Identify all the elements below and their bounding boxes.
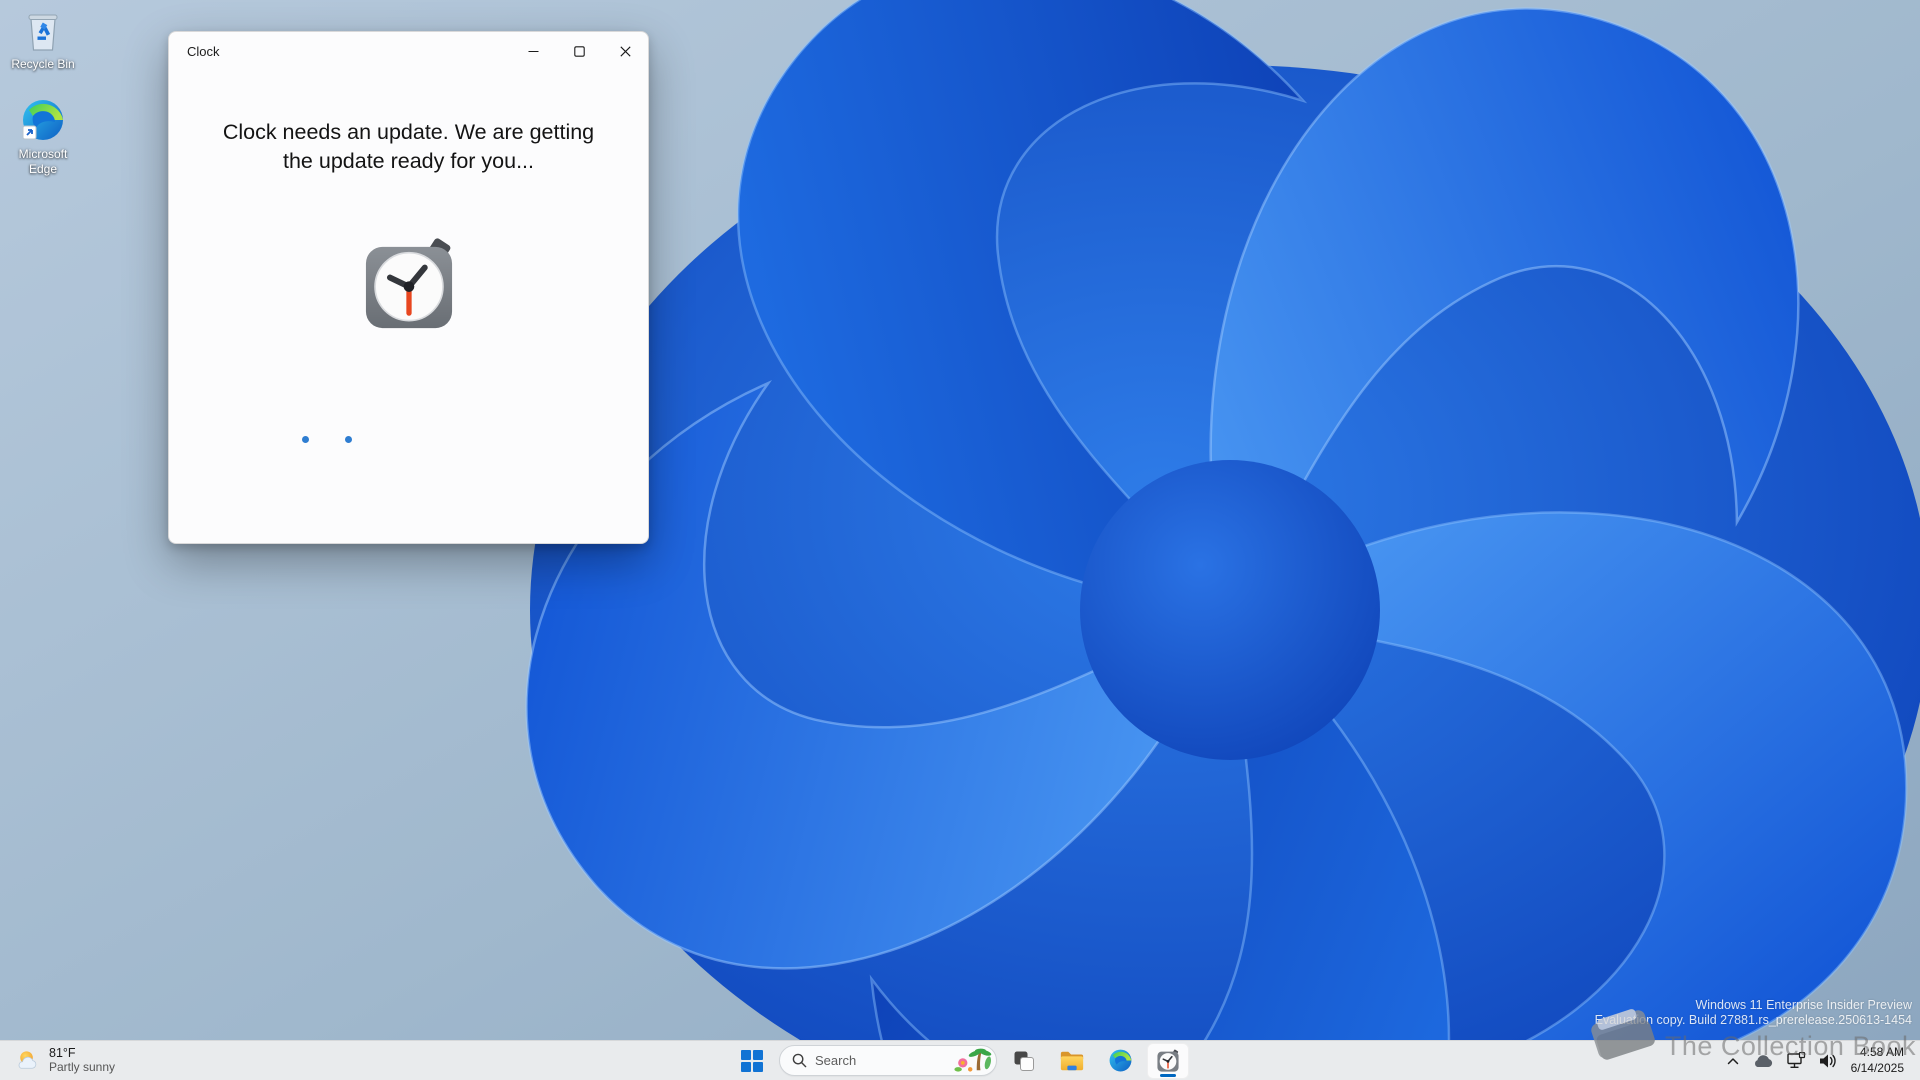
search-input[interactable] xyxy=(815,1053,946,1068)
close-button[interactable] xyxy=(602,32,648,70)
widgets-weather-button[interactable]: 81°F Partly sunny xyxy=(0,1041,129,1080)
taskbar: 81°F Partly sunny Search 4:58 AM 6/14/20… xyxy=(0,1040,1920,1080)
edge-icon xyxy=(22,100,63,140)
active-app-indicator xyxy=(1160,1073,1176,1077)
windows-start-icon xyxy=(741,1049,763,1072)
window-title: Clock xyxy=(187,43,220,59)
start-button[interactable] xyxy=(731,1043,773,1079)
weather-condition: Partly sunny xyxy=(49,1059,116,1074)
close-icon xyxy=(619,45,631,57)
window-controls xyxy=(510,32,648,70)
tray-date: 6/14/2025 xyxy=(1850,1060,1904,1075)
taskbar-app-task-view[interactable] xyxy=(1003,1043,1045,1079)
taskbar-app-clock[interactable] xyxy=(1147,1042,1189,1079)
tray-time: 4:58 AM xyxy=(1859,1044,1904,1059)
tray-onedrive-button[interactable] xyxy=(1747,1043,1779,1079)
recycle-bin-icon xyxy=(28,14,58,51)
taskbar-center xyxy=(731,1041,1189,1080)
search-highlight-image xyxy=(954,1048,992,1072)
loading-dot xyxy=(345,436,352,443)
desktop-icon-label: Recycle Bin xyxy=(11,57,75,71)
desktop-icon-label: Microsoft Edge xyxy=(18,147,68,176)
clock-app-icon xyxy=(1157,1049,1179,1072)
task-view-icon xyxy=(1014,1051,1034,1071)
desktop-icon-microsoft-edge[interactable]: Microsoft Edge xyxy=(4,96,82,177)
taskbar-left: 81°F Partly sunny xyxy=(0,1041,129,1080)
maximize-icon xyxy=(573,45,585,57)
tray-show-hidden-icons-button[interactable] xyxy=(1721,1043,1745,1079)
network-ethernet-icon xyxy=(1786,1051,1805,1068)
edge-icon xyxy=(1109,1049,1131,1072)
minimize-button[interactable] xyxy=(510,32,556,70)
weather-temperature: 81°F xyxy=(49,1046,76,1061)
taskbar-app-microsoft-edge[interactable] xyxy=(1099,1043,1141,1079)
loading-dot xyxy=(302,436,309,443)
taskbar-app-file-explorer[interactable] xyxy=(1051,1043,1093,1079)
taskbar-search-box[interactable] xyxy=(779,1045,997,1076)
weather-text: 81°F Partly sunny xyxy=(49,1046,115,1074)
search-icon xyxy=(792,1053,807,1068)
clock-app-icon xyxy=(356,232,462,343)
window-titlebar[interactable]: Clock xyxy=(169,32,648,70)
desktop-icon-recycle-bin[interactable]: Recycle Bin xyxy=(4,8,82,72)
minimize-icon xyxy=(528,50,538,52)
tray-clock-date[interactable]: 4:58 AM 6/14/2025 xyxy=(1845,1043,1910,1079)
maximize-button[interactable] xyxy=(556,32,602,70)
taskbar-tray: 4:58 AM 6/14/2025 xyxy=(1721,1041,1920,1080)
speaker-icon xyxy=(1819,1054,1836,1067)
update-message: Clock needs an update. We are getting th… xyxy=(222,120,595,174)
clock-app-window: Clock Clock needs an update. We are gett… xyxy=(168,31,649,544)
tray-network-button[interactable] xyxy=(1781,1043,1811,1079)
weather-partly-sunny-icon xyxy=(18,1051,37,1069)
tray-volume-button[interactable] xyxy=(1813,1043,1843,1079)
file-explorer-icon xyxy=(1060,1051,1084,1070)
chevron-up-icon xyxy=(1727,1057,1738,1064)
cloud-icon xyxy=(1754,1054,1772,1067)
